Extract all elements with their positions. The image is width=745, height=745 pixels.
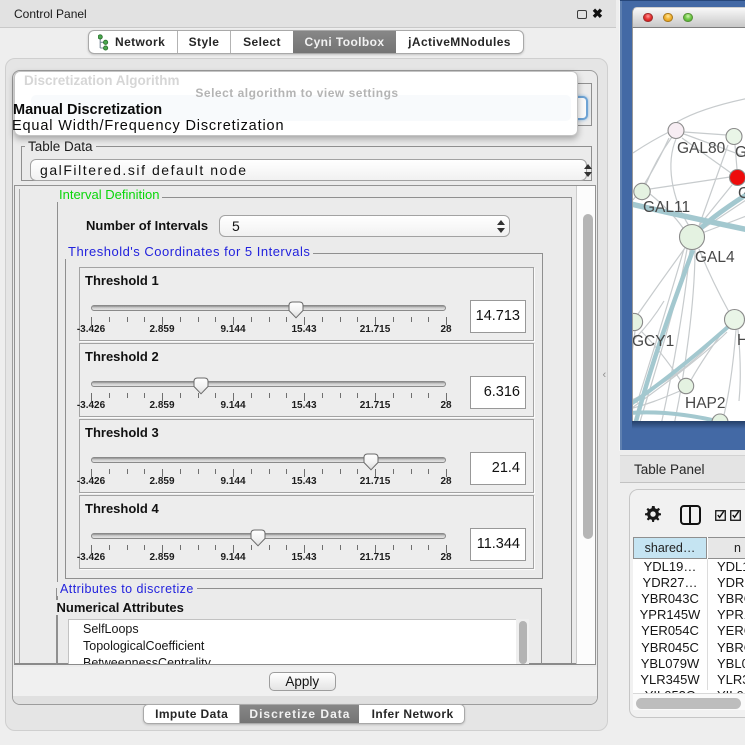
svg-text:GA: GA <box>735 144 745 161</box>
svg-text:HI: HI <box>737 332 745 349</box>
svg-text:GAL4: GAL4 <box>695 249 735 266</box>
svg-text:GAL11: GAL11 <box>643 199 690 216</box>
svg-text:HAP2: HAP2 <box>685 395 726 412</box>
svg-text:GAL80: GAL80 <box>677 140 726 157</box>
svg-text:GCY1: GCY1 <box>633 333 674 350</box>
svg-text:GA: GA <box>738 185 745 202</box>
